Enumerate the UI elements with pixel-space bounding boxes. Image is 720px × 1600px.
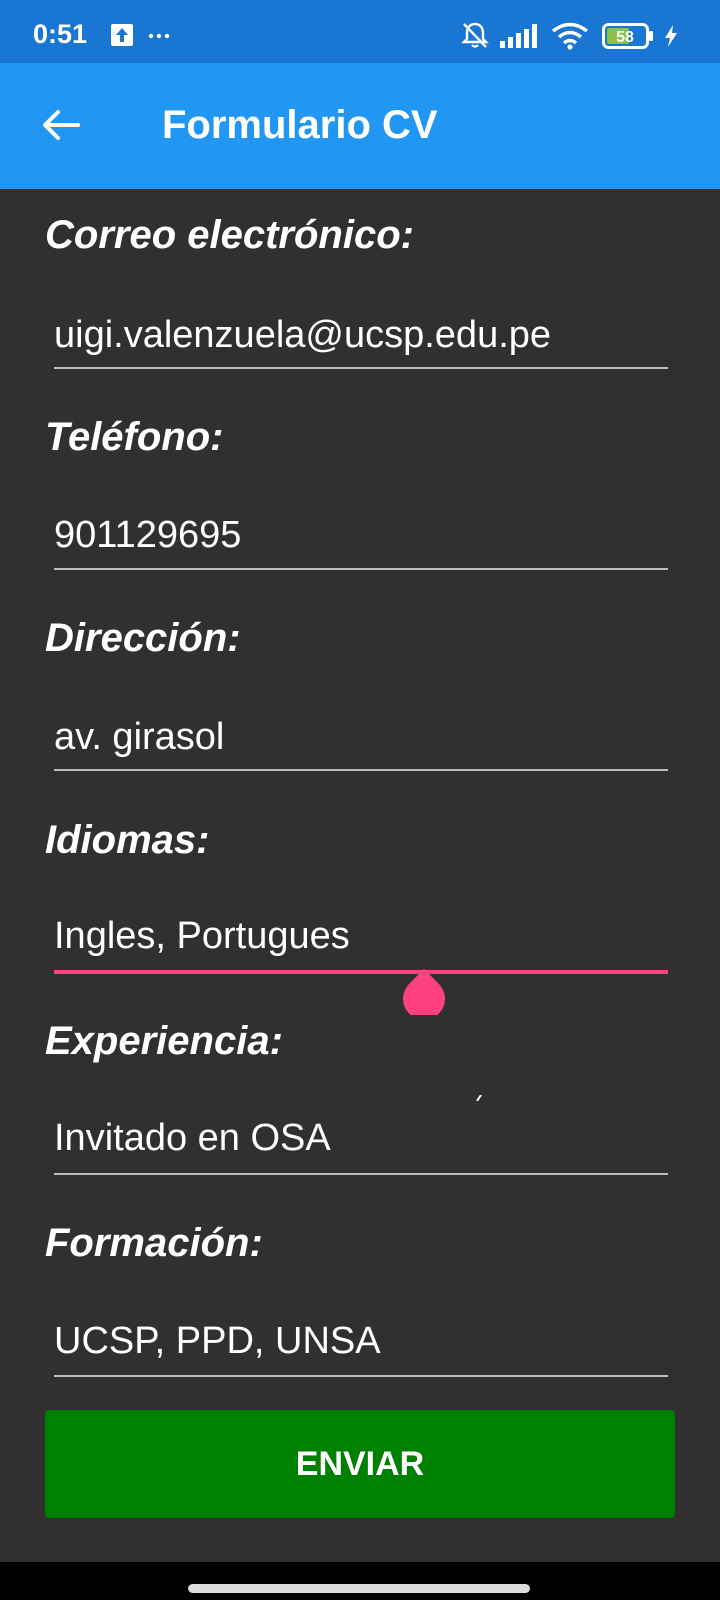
education-label: Formación: bbox=[45, 1221, 263, 1265]
phone-underline bbox=[54, 568, 668, 570]
experience-field[interactable]: Invitado en OSA bbox=[54, 1117, 668, 1160]
education-underline bbox=[54, 1375, 668, 1377]
email-underline bbox=[54, 367, 668, 369]
wifi-icon bbox=[551, 22, 589, 50]
bell-off-icon bbox=[461, 22, 489, 48]
charging-icon bbox=[665, 25, 677, 47]
education-field[interactable]: UCSP, PPD, UNSA bbox=[54, 1320, 668, 1363]
address-field[interactable]: av. girasol bbox=[54, 716, 668, 759]
languages-underline-focused bbox=[54, 970, 668, 974]
page-title: Formulario CV bbox=[162, 103, 438, 147]
navigation-bar bbox=[0, 1562, 720, 1600]
phone-field[interactable]: 901129695 bbox=[54, 514, 668, 557]
email-field[interactable]: uigi.valenzuela@ucsp.edu.pe bbox=[54, 314, 668, 357]
signal-icon bbox=[500, 24, 537, 48]
languages-label: Idiomas: bbox=[45, 818, 210, 862]
address-underline bbox=[54, 769, 668, 771]
battery-icon: 58 bbox=[602, 23, 653, 49]
experience-label: Experiencia: bbox=[45, 1019, 283, 1063]
submit-button[interactable]: ENVIAR bbox=[45, 1410, 675, 1518]
status-time: 0:51 bbox=[33, 19, 88, 49]
stray-mark bbox=[476, 1095, 482, 1101]
status-bar: 0:51 58 bbox=[0, 0, 720, 63]
address-label: Dirección: bbox=[45, 616, 241, 660]
phone-label: Teléfono: bbox=[45, 415, 224, 459]
experience-underline bbox=[54, 1173, 668, 1175]
upload-notification-icon bbox=[111, 24, 133, 46]
email-label: Correo electrónico: bbox=[45, 213, 414, 257]
languages-field[interactable]: Ingles, Portugues bbox=[54, 915, 668, 958]
battery-level: 58 bbox=[616, 29, 634, 46]
app-bar: Formulario CV bbox=[0, 63, 720, 189]
more-notifications-icon bbox=[148, 33, 170, 39]
arrow-back-icon[interactable] bbox=[38, 103, 82, 147]
home-gesture-handle[interactable] bbox=[188, 1584, 530, 1593]
text-cursor-handle[interactable] bbox=[401, 969, 447, 1015]
